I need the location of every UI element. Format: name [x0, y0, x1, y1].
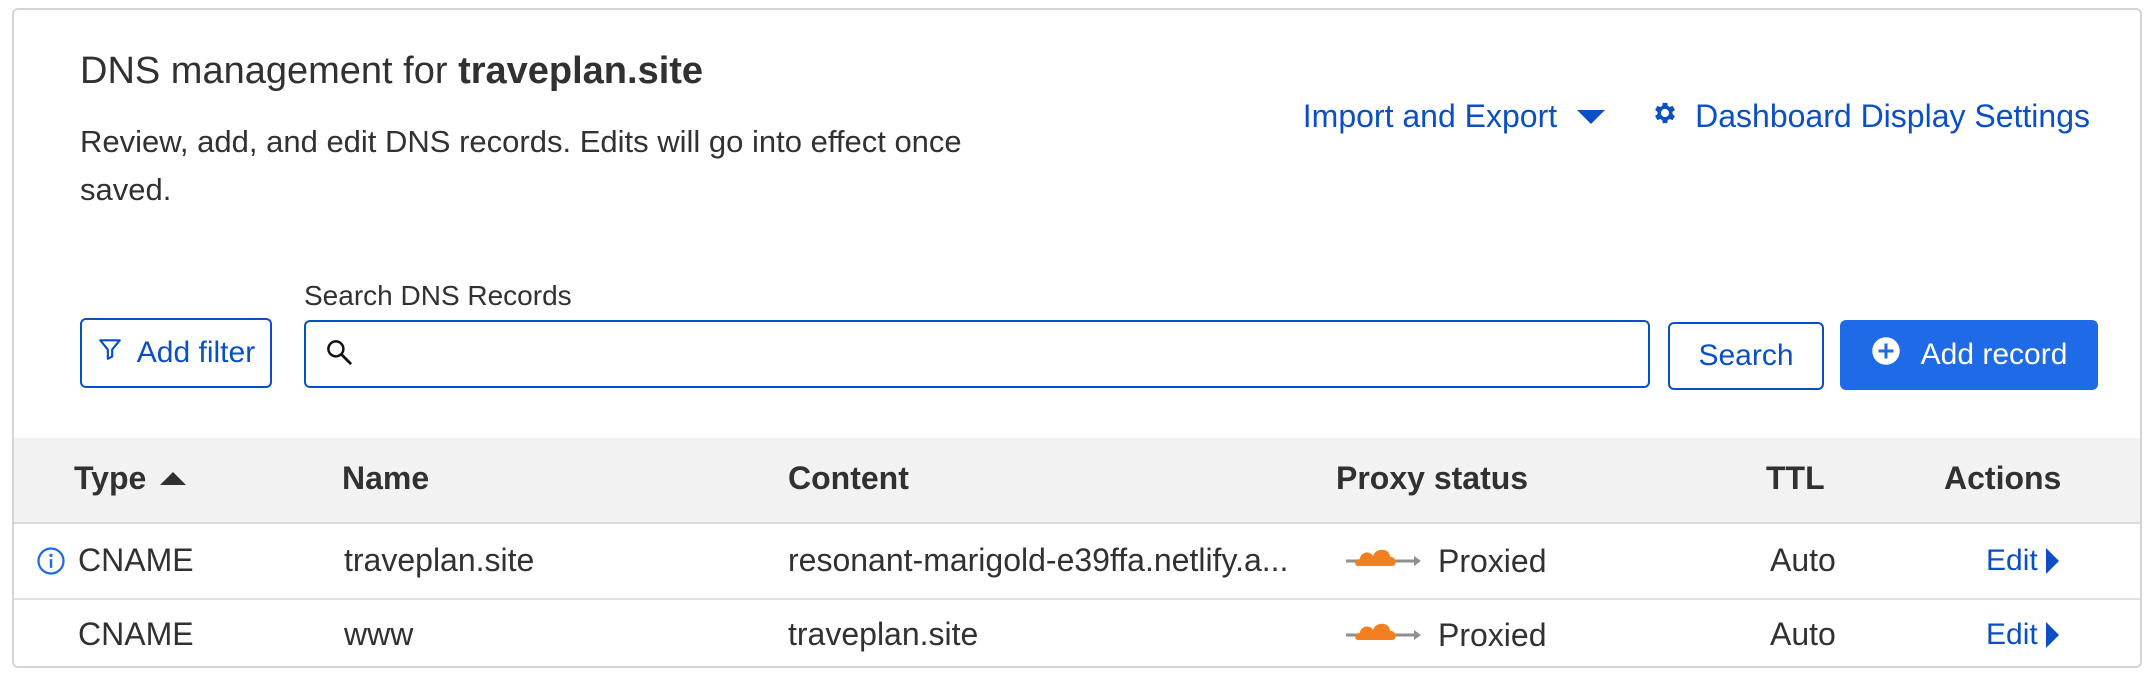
orange-cloud-icon: [1344, 616, 1422, 654]
edit-record-button[interactable]: Edit: [1986, 618, 2059, 652]
table-row: CNAME traveplan.site resonant-marigold-e…: [14, 524, 2140, 600]
import-export-link[interactable]: Import and Export: [1302, 98, 1606, 135]
dashboard-display-settings-link[interactable]: Dashboard Display Settings: [1651, 98, 2090, 135]
record-name: traveplan.site: [344, 542, 535, 578]
filter-icon: [97, 336, 123, 370]
add-record-button[interactable]: Add record: [1840, 320, 2098, 390]
proxy-status-label: Proxied: [1438, 542, 1547, 579]
search-input[interactable]: [366, 325, 1648, 383]
add-filter-label: Add filter: [136, 336, 256, 369]
search-button[interactable]: Search: [1668, 322, 1824, 390]
edit-label: Edit: [1986, 544, 2038, 577]
add-record-label: Add record: [1920, 338, 2068, 371]
column-header-content: Content: [788, 460, 909, 496]
table-row: CNAME www traveplan.site Proxied Auto Ed…: [14, 598, 2140, 666]
column-header-name: Name: [342, 460, 430, 496]
record-ttl: Auto: [1770, 616, 1836, 652]
sort-ascending-icon: [160, 472, 187, 485]
dns-management-card: DNS management for traveplan.site Review…: [12, 8, 2142, 668]
record-type: CNAME: [78, 616, 194, 652]
import-export-label: Import and Export: [1302, 98, 1558, 134]
display-settings-label: Dashboard Display Settings: [1695, 98, 2090, 134]
page-title: DNS management for traveplan.site: [80, 50, 703, 93]
record-type: CNAME: [78, 542, 194, 578]
search-icon: [324, 337, 354, 372]
column-header-ttl: TTL: [1766, 460, 1825, 496]
add-filter-button[interactable]: Add filter: [80, 318, 272, 388]
record-content: traveplan.site: [788, 616, 979, 652]
page-title-prefix: DNS management for: [80, 50, 459, 92]
caret-down-icon: [1577, 109, 1606, 124]
column-header-actions: Actions: [1944, 460, 2062, 496]
caret-right-icon: [2045, 622, 2059, 648]
record-name: www: [344, 616, 414, 652]
proxy-status: Proxied: [1344, 616, 1547, 654]
edit-label: Edit: [1986, 618, 2038, 651]
search-button-label: Search: [1698, 339, 1794, 372]
record-content: resonant-marigold-e39ffa.netlify.a...: [788, 542, 1289, 578]
plus-circle-icon: [1871, 336, 1901, 374]
info-icon[interactable]: [36, 546, 66, 581]
orange-cloud-icon: [1344, 542, 1422, 580]
proxy-status-label: Proxied: [1438, 616, 1547, 653]
page-description: Review, add, and edit DNS records. Edits…: [80, 124, 962, 207]
table-header: Type Name Content Proxy status TTL Actio…: [14, 438, 2140, 524]
column-header-proxy-status: Proxy status: [1336, 460, 1529, 496]
edit-record-button[interactable]: Edit: [1986, 544, 2059, 578]
column-header-type[interactable]: Type: [74, 460, 187, 497]
search-field[interactable]: [304, 320, 1650, 388]
search-label: Search DNS Records: [304, 280, 572, 311]
caret-right-icon: [2045, 548, 2059, 574]
column-header-type-label: Type: [74, 460, 147, 496]
gear-icon: [1651, 98, 1679, 135]
record-ttl: Auto: [1770, 542, 1836, 578]
proxy-status: Proxied: [1344, 542, 1547, 580]
header-actions: Import and Export Dashboard Display Sett…: [1303, 98, 2090, 135]
domain-name: traveplan.site: [458, 50, 704, 92]
